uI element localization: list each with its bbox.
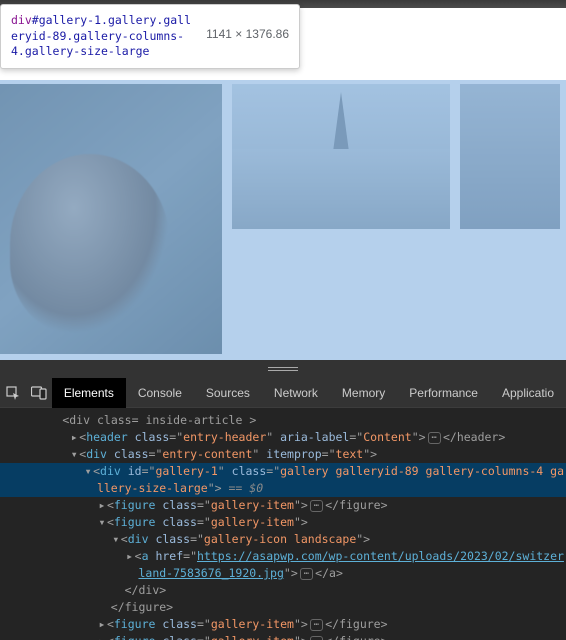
tab-performance[interactable]: Performance	[397, 378, 490, 408]
tooltip-tagname: div	[11, 13, 32, 27]
inspected-page-viewport: div#gallery-1.gallery.galleryid-89.galle…	[0, 0, 566, 378]
dom-row[interactable]: </figure>	[0, 599, 566, 616]
tooltip-selector: #gallery-1.gallery.galleryid-89.gallery-…	[11, 13, 191, 58]
tooltip-dimensions: 1141 × 1376.86	[206, 13, 289, 41]
tab-sources[interactable]: Sources	[194, 378, 262, 408]
dom-row-selected[interactable]: ▾<div id="gallery-1" class="gallery gall…	[0, 463, 566, 480]
dom-row[interactable]: ▸<figure class="gallery-item">⋯</figure>	[0, 633, 566, 640]
dom-row[interactable]: ▸<header class="entry-header" aria-label…	[0, 429, 566, 446]
ellipsis-icon[interactable]: ⋯	[300, 568, 313, 580]
dom-row[interactable]: land-7583676_1920.jpg">⋯</a>	[0, 565, 566, 582]
inspect-element-icon[interactable]	[0, 378, 26, 408]
devtools-tabbar: Elements Console Sources Network Memory …	[0, 378, 566, 408]
inspect-tooltip: div#gallery-1.gallery.galleryid-89.galle…	[0, 4, 300, 69]
dom-row[interactable]: </div>	[0, 582, 566, 599]
ellipsis-icon[interactable]: ⋯	[310, 636, 323, 640]
tab-console[interactable]: Console	[126, 378, 194, 408]
dom-row[interactable]: <div class= inside-article >	[0, 412, 566, 429]
dom-row-selected[interactable]: llery-size-large"> == $0	[0, 480, 566, 497]
devtools-resize-handle[interactable]	[0, 360, 566, 378]
tab-network[interactable]: Network	[262, 378, 330, 408]
ellipsis-icon[interactable]: ⋯	[310, 619, 323, 631]
dom-row[interactable]: ▾<div class="entry-content" itemprop="te…	[0, 446, 566, 463]
tab-memory[interactable]: Memory	[330, 378, 397, 408]
dom-row[interactable]: ▸<figure class="gallery-item">⋯</figure>	[0, 497, 566, 514]
inspect-highlight-overlay	[0, 80, 566, 360]
tab-application[interactable]: Applicatio	[490, 378, 566, 408]
dom-row[interactable]: ▸<figure class="gallery-item">⋯</figure>	[0, 616, 566, 633]
tab-elements[interactable]: Elements	[52, 378, 126, 408]
dom-row[interactable]: ▾<div class="gallery-icon landscape">	[0, 531, 566, 548]
device-toolbar-icon[interactable]	[26, 378, 52, 408]
dom-row[interactable]: ▸<a href="https://asapwp.com/wp-content/…	[0, 548, 566, 565]
ellipsis-icon[interactable]: ⋯	[428, 432, 441, 444]
ellipsis-icon[interactable]: ⋯	[310, 500, 323, 512]
dom-tree[interactable]: <div class= inside-article > ▸<header cl…	[0, 408, 566, 640]
dom-row[interactable]: ▾<figure class="gallery-item">	[0, 514, 566, 531]
devtools-panel: Elements Console Sources Network Memory …	[0, 378, 566, 640]
